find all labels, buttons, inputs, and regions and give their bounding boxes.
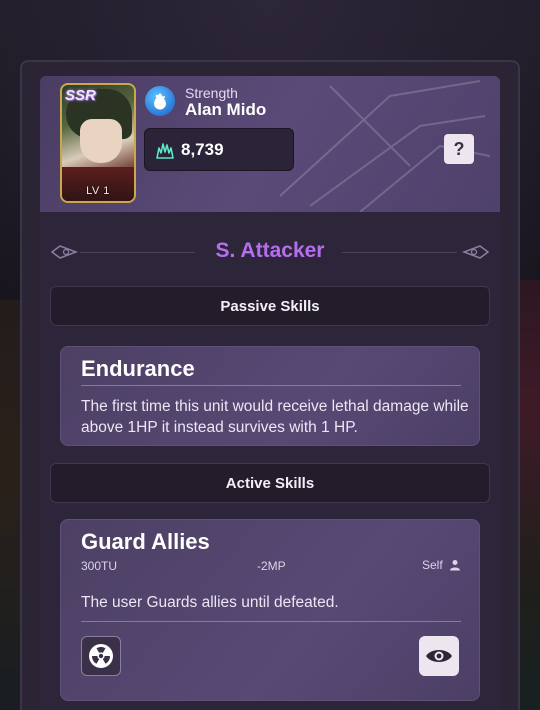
unit-info-panel: SSR LV 1 Strength Alan Mido 8,739 ? S. A… — [40, 76, 500, 710]
role-title: S. Attacker — [215, 239, 325, 262]
active-skill-description: The user Guards allies until defeated. — [81, 594, 339, 611]
skill-target: Self — [422, 558, 443, 572]
power-value: 8,739 — [181, 139, 224, 159]
active-skill-name: Guard Allies — [81, 529, 210, 554]
passive-skill-description: The first time this unit would receive l… — [81, 398, 469, 436]
radiation-button[interactable] — [81, 636, 121, 676]
active-skill-card[interactable]: Guard Allies 300TU -2MP Self The user Gu… — [60, 519, 480, 701]
ornament-right-icon — [461, 245, 490, 259]
portrait-face — [80, 119, 122, 163]
radiation-icon — [89, 644, 113, 668]
view-details-button[interactable] — [419, 636, 459, 676]
rarity-badge: SSR — [65, 87, 96, 104]
passive-skill-card[interactable]: Endurance The first time this unit would… — [60, 346, 480, 446]
role-header: S. Attacker — [40, 236, 500, 270]
passive-skills-header[interactable]: Passive Skills — [50, 286, 490, 326]
passive-skill-name: Endurance — [81, 356, 195, 381]
active-skills-header[interactable]: Active Skills — [50, 463, 490, 503]
unit-name: Alan Mido — [185, 100, 267, 119]
power-flame-icon — [156, 142, 174, 159]
role-divider-right — [342, 252, 457, 253]
skill-tu-cost: 300TU — [81, 559, 118, 573]
water-drop-icon — [145, 86, 175, 116]
unit-type-label: Strength — [185, 85, 238, 101]
level-label: LV 1 — [86, 185, 110, 197]
power-display: 8,739 — [144, 128, 294, 171]
unit-header: SSR LV 1 Strength Alan Mido 8,739 ? — [40, 76, 500, 212]
person-icon — [450, 560, 460, 571]
unit-portrait[interactable]: SSR LV 1 — [60, 83, 136, 203]
help-button[interactable]: ? — [444, 134, 474, 164]
eye-icon — [426, 650, 452, 662]
background-art-left — [0, 300, 22, 710]
skill-divider — [81, 385, 461, 386]
skill-mp-cost: -2MP — [257, 559, 286, 573]
background-art-right — [518, 280, 540, 710]
skill-divider — [81, 621, 461, 622]
